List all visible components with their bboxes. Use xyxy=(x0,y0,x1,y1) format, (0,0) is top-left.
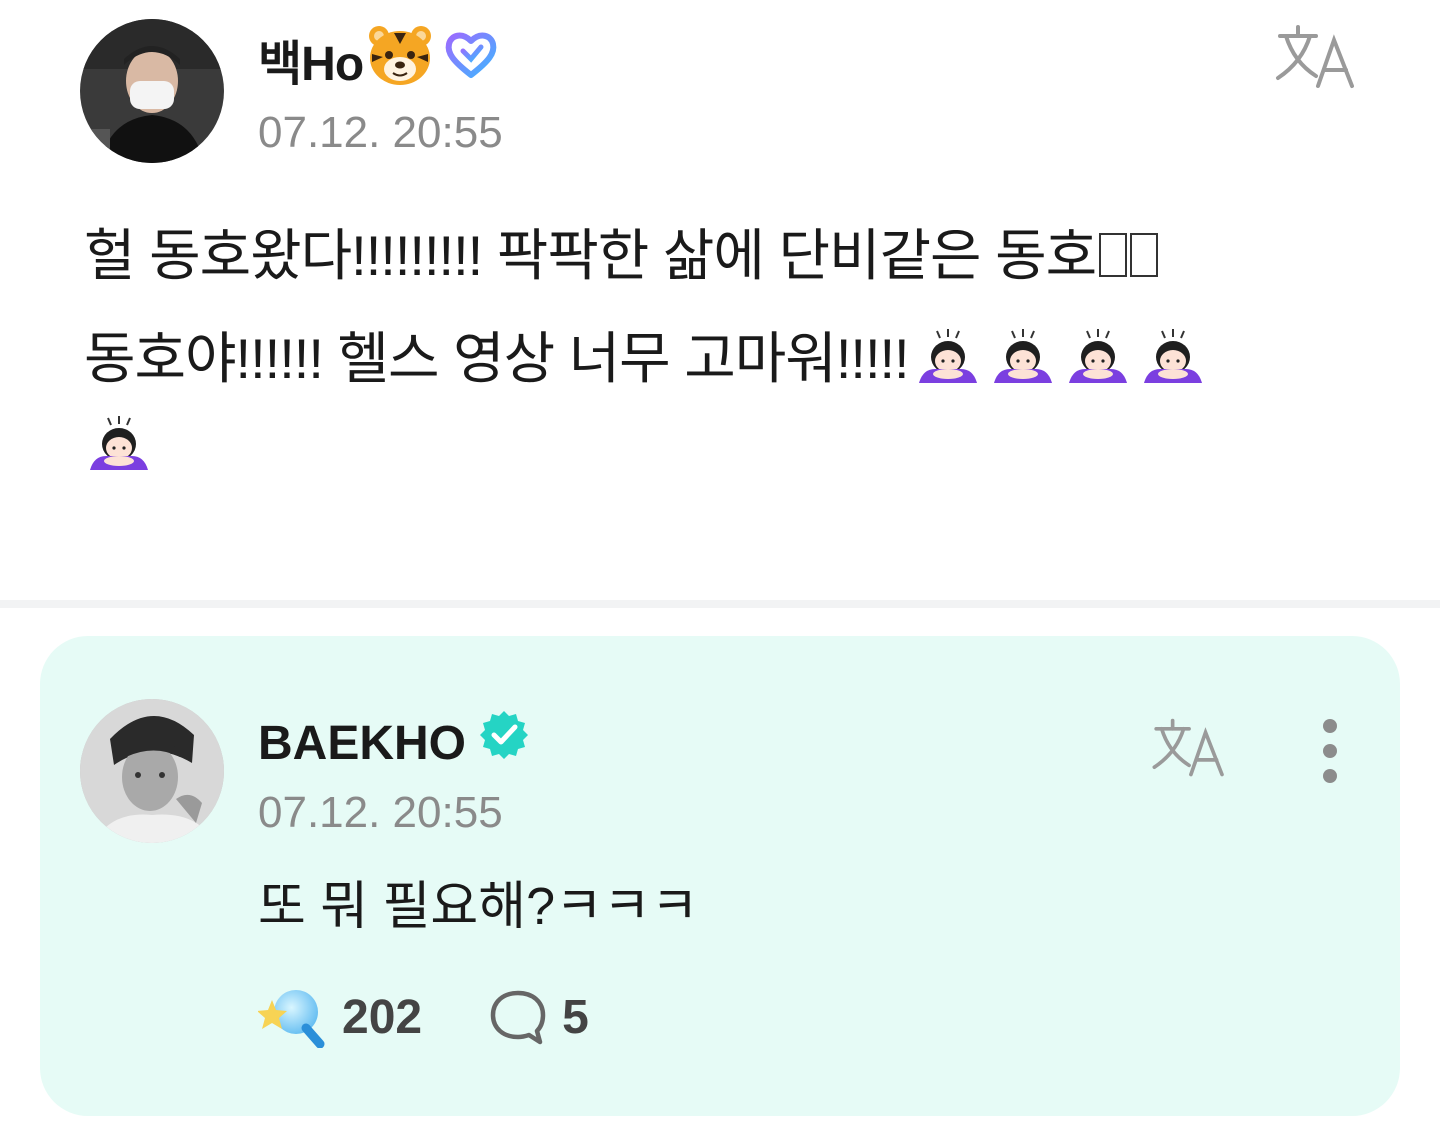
translate-icon xyxy=(1276,25,1354,88)
post-author-name-text: 백Ho xyxy=(258,38,364,91)
artist-reply-card: BAEKHO 07.12. 20:55 또 뭐 필요해?ㅋㅋㅋ 202 5 xyxy=(40,636,1400,1116)
reply-actions: 202 5 xyxy=(258,986,589,1048)
bow-emoji-row xyxy=(915,327,1206,387)
reply-author-avatar[interactable] xyxy=(80,699,224,843)
more-vertical-icon xyxy=(1323,719,1337,783)
post-body-line-2: 동호야!!!!!! 헬스 영상 너무 고마워!!!!! xyxy=(84,307,1374,410)
comment-bubble-icon xyxy=(490,990,546,1045)
comment-count: 5 xyxy=(562,990,589,1044)
missing-glyph xyxy=(1130,233,1159,277)
reply-timestamp: 07.12. 20:55 xyxy=(258,788,503,837)
membership-heart-icon xyxy=(443,27,499,103)
post-author-avatar[interactable] xyxy=(80,19,224,163)
tiger-emoji xyxy=(367,24,433,106)
bowing-emoji xyxy=(1068,329,1127,384)
reply-translate-button[interactable] xyxy=(1148,716,1232,785)
lightstick-icon xyxy=(258,990,325,1048)
missing-glyph xyxy=(1099,233,1128,277)
comment-button[interactable]: 5 xyxy=(488,987,589,1047)
post-author-name[interactable]: 백Ho xyxy=(258,24,499,106)
post-body-line-1: 헐 동호왔다!!!!!!!!! 팍팍한 삶에 단비같은 동호 xyxy=(84,204,1374,307)
post-body-line-2-text: 동호야!!!!!! 헬스 영상 너무 고마워!!!!! xyxy=(84,327,910,390)
reply-more-button[interactable] xyxy=(1314,718,1346,789)
translate-icon xyxy=(1152,718,1224,777)
bowing-emoji xyxy=(993,329,1052,384)
reply-author-name[interactable]: BAEKHO xyxy=(258,708,530,780)
like-count: 202 xyxy=(342,990,423,1044)
post-body-line-1-text: 헐 동호왔다!!!!!!!!! 팍팍한 삶에 단비같은 동호 xyxy=(84,224,1097,287)
section-divider xyxy=(0,600,1440,608)
post-body-line-3 xyxy=(84,410,1374,513)
bowing-emoji xyxy=(90,416,148,471)
like-button[interactable]: 202 xyxy=(258,986,422,1048)
post-timestamp: 07.12. 20:55 xyxy=(258,108,503,157)
bowing-emoji xyxy=(918,329,977,384)
bowing-emoji xyxy=(1143,329,1202,384)
reply-author-name-text: BAEKHO xyxy=(258,717,467,770)
fan-post: 백Ho 07.12. 20:55 헐 동호왔다!!!!!!!!! 팍팍한 삶에 … xyxy=(0,0,1440,600)
verified-badge-icon xyxy=(478,708,530,780)
post-body: 헐 동호왔다!!!!!!!!! 팍팍한 삶에 단비같은 동호 동호야!!!!!!… xyxy=(84,204,1374,513)
reply-body: 또 뭐 필요해?ㅋㅋㅋ xyxy=(258,878,699,936)
post-translate-button[interactable] xyxy=(1272,22,1362,97)
